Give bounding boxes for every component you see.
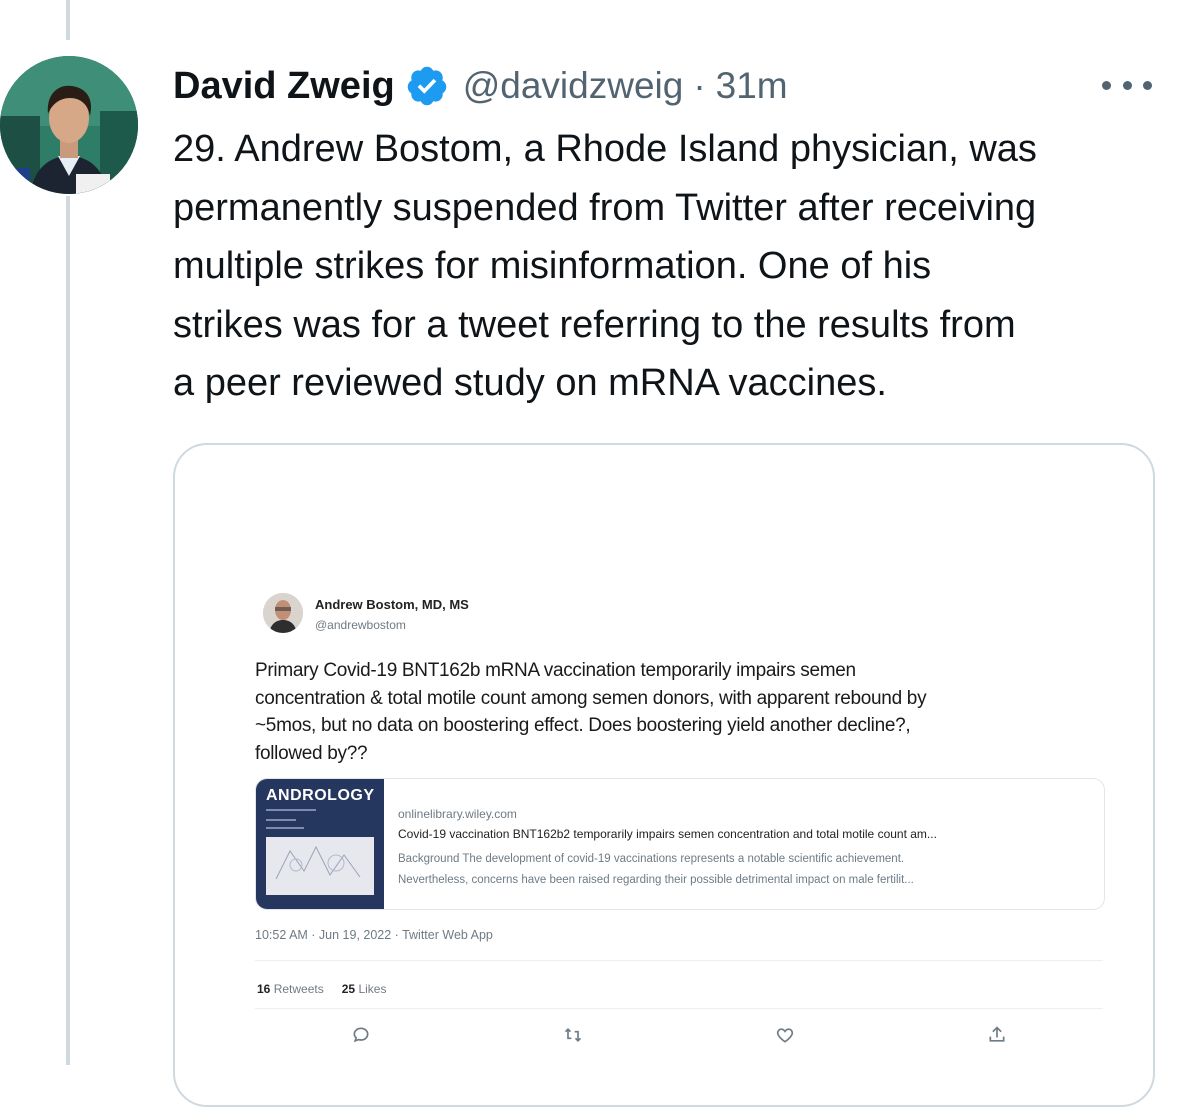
divider: [255, 960, 1103, 961]
thread-line: [66, 196, 70, 1065]
handle[interactable]: @davidzweig: [463, 65, 684, 107]
retweets-stat: 16 Retweets: [257, 982, 324, 996]
more-options-icon[interactable]: [1102, 68, 1152, 102]
embedded-stats: 16 Retweets 25 Likes: [257, 982, 386, 996]
timestamp[interactable]: 31m: [716, 65, 788, 107]
share-icon: [987, 1025, 1007, 1045]
link-description: Background The development of covid-19 v…: [398, 853, 914, 886]
embedded-action-bar: [255, 1025, 1103, 1045]
retweet-icon: [563, 1025, 583, 1045]
thread-line-top: [66, 0, 70, 40]
retweets-count: 16: [257, 982, 271, 996]
likes-label: Likes: [358, 982, 387, 996]
avatar[interactable]: [0, 56, 138, 194]
journal-cover-image: ANDROLOGY: [256, 779, 384, 909]
link-domain: onlinelibrary.wiley.com: [398, 807, 517, 821]
link-preview-card: ANDROLOGY onlinelibrary.wiley.com Covid-…: [255, 778, 1105, 910]
tweet-header: David Zweig @davidzweig · 31m: [173, 60, 788, 112]
verified-badge-icon: [405, 64, 449, 108]
retweets-label: Retweets: [273, 982, 324, 996]
reply-icon: [351, 1025, 371, 1045]
dot: [1122, 80, 1132, 90]
dot: [1143, 80, 1152, 90]
divider: [255, 1008, 1103, 1009]
link-title: Covid-19 vaccination BNT162b2 temporaril…: [398, 827, 937, 841]
embedded-avatar: [263, 593, 303, 633]
embedded-tweet-text: Primary Covid-19 BNT162b mRNA vaccinatio…: [255, 660, 927, 764]
likes-count: 25: [341, 982, 356, 996]
media-attachment[interactable]: Andrew Bostom, MD, MS @andrewbostom Prim…: [173, 443, 1155, 1107]
journal-cover-art: [266, 809, 374, 895]
profile-photo: [0, 56, 138, 194]
embedded-meta: 10:52 AM · Jun 19, 2022 · Twitter Web Ap…: [255, 928, 493, 942]
like-icon: [775, 1025, 795, 1045]
embedded-handle: @andrewbostom: [315, 618, 406, 632]
display-name[interactable]: David Zweig: [173, 65, 395, 108]
likes-stat: 25 Likes: [342, 982, 387, 996]
dot: [1102, 80, 1111, 90]
tweet-text: 29. Andrew Bostom, a Rhode Island physic…: [173, 128, 1037, 404]
separator-dot: ·: [693, 65, 706, 106]
embedded-display-name: Andrew Bostom, MD, MS: [315, 597, 469, 612]
